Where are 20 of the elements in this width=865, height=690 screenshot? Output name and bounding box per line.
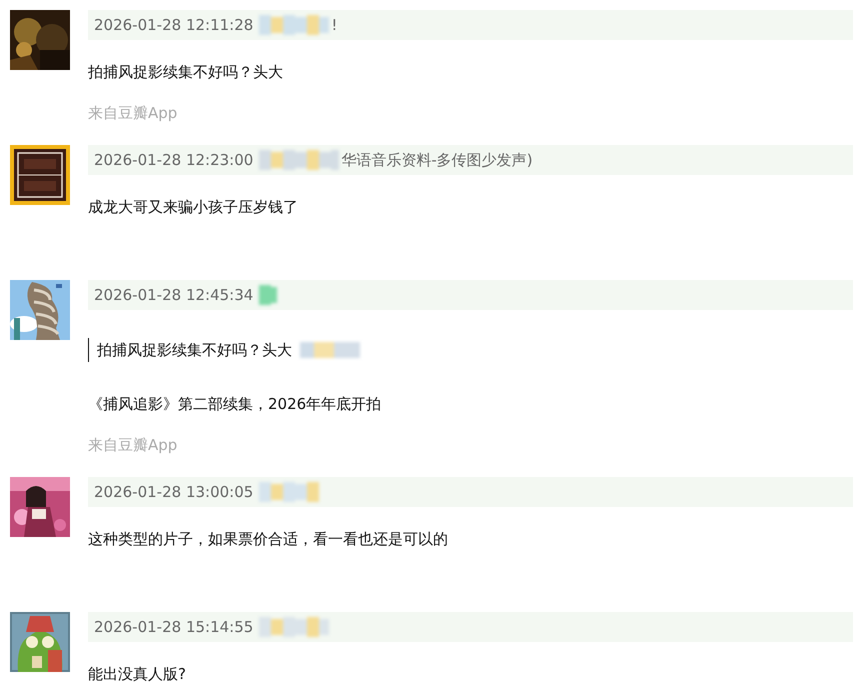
- comment-text: 拍捕风捉影续集不好吗？头大: [88, 62, 283, 82]
- comment-source: 来自豆瓣App: [88, 435, 178, 455]
- blurred-name-drawing: [259, 13, 330, 37]
- user-name[interactable]: 华语音乐资料-多传图少发声): [341, 150, 533, 170]
- comment-source: 来自豆瓣App: [88, 103, 178, 123]
- blurred-name-drawing: [300, 340, 362, 360]
- comment-text: 能出没真人版?: [88, 664, 186, 684]
- comment-time: 2026-01-28 13:00:05: [94, 483, 254, 501]
- comment-time: 2026-01-28 12:23:00: [94, 151, 254, 169]
- comment-text: 成龙大哥又来骗小孩子压岁钱了: [88, 197, 298, 217]
- comment-time: 2026-01-28 12:45:34: [94, 286, 254, 304]
- user-name[interactable]: !: [331, 16, 338, 34]
- blurred-name-drawing: [259, 283, 278, 307]
- comment-time: 2026-01-28 12:11:28: [94, 16, 254, 34]
- blurred-name-drawing: [259, 615, 330, 639]
- blurred-name-drawing: [259, 480, 320, 504]
- quote-text: 拍捕风捉影续集不好吗？头大: [97, 340, 292, 360]
- comment-time: 2026-01-28 15:14:55: [94, 618, 254, 636]
- comment-text: 《捕风追影》第二部续集，2026年年底开拍: [88, 394, 382, 414]
- comment-text: 这种类型的片子，如果票价合适，看一看也还是可以的: [88, 529, 448, 549]
